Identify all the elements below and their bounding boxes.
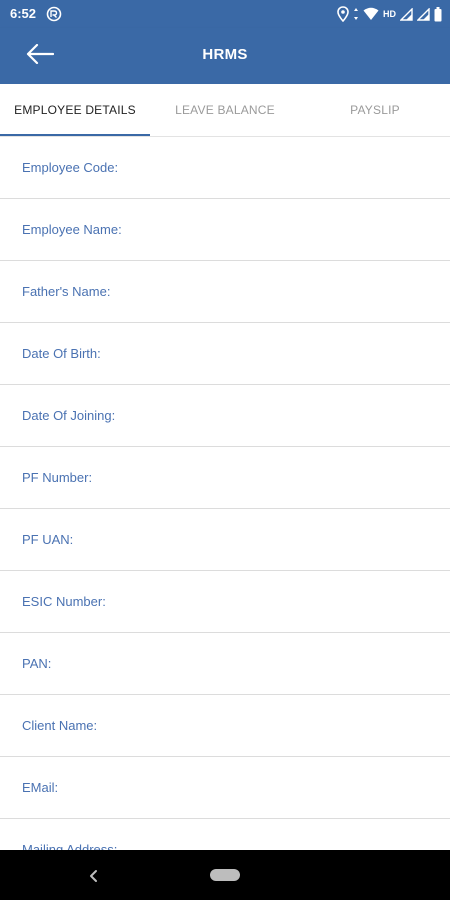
field-employee-code: Employee Code: [0, 137, 450, 199]
field-client-name: Client Name: [0, 695, 450, 757]
nav-home-pill[interactable] [210, 869, 240, 881]
notification-icon [46, 6, 62, 27]
field-employee-name: Employee Name: [0, 199, 450, 261]
field-date-of-joining: Date Of Joining: [0, 385, 450, 447]
field-pf-uan: PF UAN: [0, 509, 450, 571]
location-icon [337, 6, 349, 22]
field-label: PAN: [22, 656, 52, 671]
field-label: ESIC Number: [22, 594, 106, 609]
field-label: Employee Code: [22, 160, 119, 175]
app-bar: HRMS [0, 28, 450, 84]
field-label: PF UAN: [22, 532, 74, 547]
tab-leave-balance[interactable]: LEAVE BALANCE [150, 84, 300, 136]
field-label: Client Name: [22, 718, 98, 733]
signal-icon [400, 7, 413, 21]
nav-back-icon[interactable] [84, 866, 104, 886]
hd-label: HD [383, 9, 396, 19]
tab-bar: EMPLOYEE DETAILS LEAVE BALANCE PAYSLIP [0, 84, 450, 137]
field-label: Date Of Joining: [22, 408, 116, 423]
status-time: 6:52 [10, 6, 37, 21]
field-label: EMail: [22, 780, 59, 795]
employee-details-list[interactable]: Employee Code: Employee Name: Father's N… [0, 137, 450, 850]
field-label: PF Number: [22, 470, 93, 485]
status-icons: HD [337, 5, 442, 23]
active-tab-indicator [0, 134, 150, 136]
wifi-icon [363, 7, 379, 21]
signal-icon [417, 7, 430, 21]
field-fathers-name: Father's Name: [0, 261, 450, 323]
status-bar: 6:52 HD [0, 0, 450, 28]
field-mailing-address: Mailing Address: [0, 819, 450, 850]
field-esic-number: ESIC Number: [0, 571, 450, 633]
field-email: EMail: [0, 757, 450, 819]
page-title: HRMS [202, 46, 248, 63]
field-date-of-birth: Date Of Birth: [0, 323, 450, 385]
field-label: Father's Name: [22, 284, 111, 299]
app-screen: 6:52 HD HRMS EMPLOYEE DETAILS LEAVE BALA… [0, 0, 450, 900]
battery-icon [434, 6, 442, 22]
field-pf-number: PF Number: [0, 447, 450, 509]
tab-payslip[interactable]: PAYSLIP [300, 84, 450, 136]
field-pan: PAN: [0, 633, 450, 695]
data-arrows-icon [353, 7, 359, 21]
field-label: Date Of Birth: [22, 346, 101, 361]
field-label: Mailing Address: [22, 842, 118, 850]
tab-employee-details[interactable]: EMPLOYEE DETAILS [0, 84, 150, 136]
field-label: Employee Name: [22, 222, 122, 237]
system-nav-bar [0, 850, 450, 900]
